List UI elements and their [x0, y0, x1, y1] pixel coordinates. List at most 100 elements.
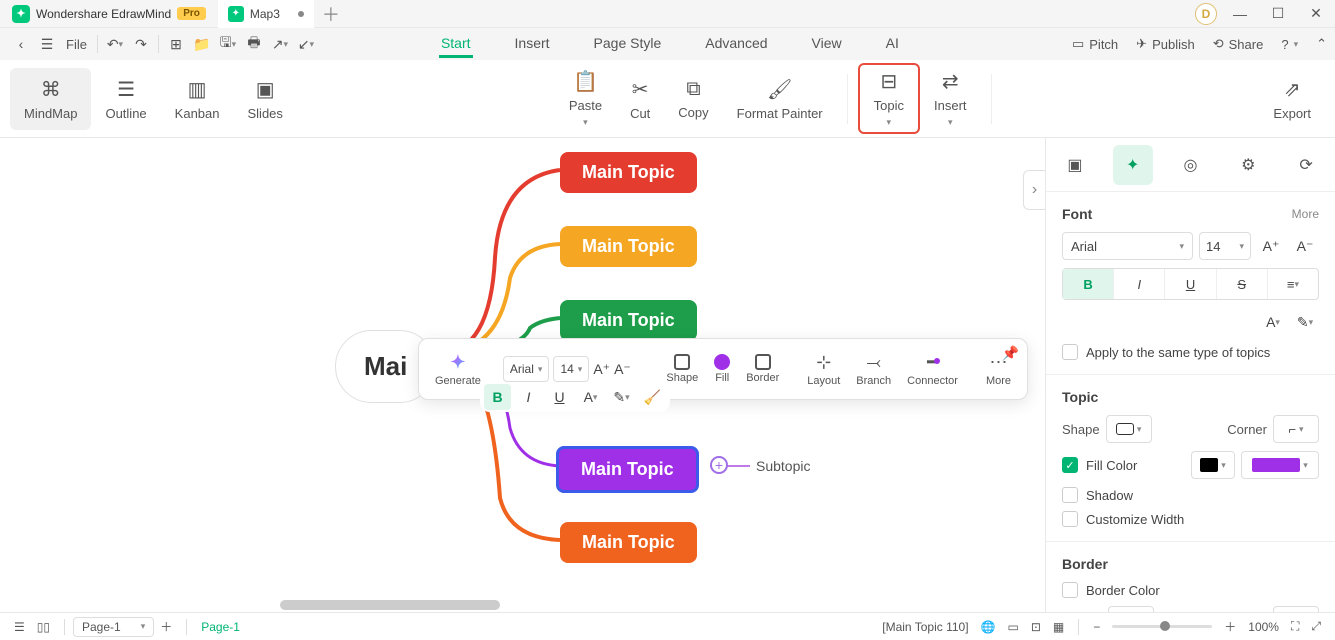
- collapse-sidepanel-button[interactable]: ›: [1023, 170, 1045, 210]
- status-icon-4[interactable]: ▦: [1047, 620, 1070, 634]
- import-icon[interactable]: ↙▾: [293, 31, 319, 57]
- zoom-in-button[interactable]: ＋: [1218, 618, 1242, 635]
- font-size-select[interactable]: 14▾: [553, 356, 589, 382]
- corner-picker[interactable]: ⌐▾: [1273, 415, 1319, 443]
- print-icon[interactable]: 🖶: [241, 31, 267, 57]
- branch-button[interactable]: ⤙Branch: [850, 352, 897, 387]
- sp-tab-history[interactable]: ⟳: [1286, 145, 1326, 185]
- page-selector[interactable]: Page-1▾: [73, 617, 154, 637]
- font-increase-side[interactable]: A⁺: [1257, 232, 1285, 260]
- font-color-side[interactable]: A▾: [1259, 308, 1287, 336]
- tab-page-style[interactable]: Page Style: [592, 31, 664, 58]
- zoom-slider[interactable]: [1112, 625, 1212, 628]
- fill-color-checkbox[interactable]: ✓: [1062, 457, 1078, 473]
- add-page-button[interactable]: ＋: [154, 618, 178, 635]
- tab-start[interactable]: Start: [439, 31, 473, 58]
- node-yellow[interactable]: Main Topic: [560, 226, 697, 267]
- fill-preview-chip[interactable]: ▾: [1191, 451, 1235, 479]
- canvas-horizontal-scrollbar[interactable]: [280, 600, 500, 610]
- fit-button[interactable]: ⛶: [1285, 619, 1305, 634]
- add-subtopic-handle[interactable]: +: [710, 456, 728, 474]
- shape-picker[interactable]: ▾: [1106, 415, 1152, 443]
- save-icon[interactable]: 🖫▾: [215, 31, 241, 57]
- node-orange[interactable]: Main Topic: [560, 522, 697, 563]
- apply-same-checkbox[interactable]: [1062, 344, 1078, 360]
- view-kanban[interactable]: ▥Kanban: [161, 68, 234, 130]
- split-view-icon[interactable]: ▯▯: [31, 620, 56, 634]
- pin-icon[interactable]: 📌: [1002, 345, 1019, 362]
- highlight-button[interactable]: ✎▾: [608, 384, 635, 410]
- zoom-value[interactable]: 100%: [1242, 620, 1285, 634]
- font-family-select-side[interactable]: Arial▾: [1062, 232, 1193, 260]
- maximize-button[interactable]: ☐: [1263, 0, 1293, 28]
- sp-tab-tag[interactable]: ◎: [1170, 145, 1210, 185]
- font-decrease-button[interactable]: A⁻: [614, 356, 631, 382]
- export-button[interactable]: ⇗Export: [1259, 73, 1325, 125]
- pitch-button[interactable]: ▭Pitch: [1072, 36, 1118, 52]
- view-mindmap[interactable]: ⌘MindMap: [10, 68, 91, 130]
- minimize-button[interactable]: —: [1225, 0, 1255, 28]
- cut-button[interactable]: ✂Cut: [616, 73, 664, 125]
- fullscreen-button[interactable]: ⤢: [1305, 619, 1327, 634]
- underline-side[interactable]: U: [1165, 269, 1216, 299]
- sp-tab-style[interactable]: ▣: [1055, 145, 1095, 185]
- tab-ai[interactable]: AI: [884, 31, 901, 58]
- status-icon-2[interactable]: ▭: [1002, 620, 1025, 634]
- bold-button[interactable]: B: [484, 384, 511, 410]
- tab-advanced[interactable]: Advanced: [703, 31, 769, 58]
- add-tab-button[interactable]: ＋: [322, 1, 340, 27]
- font-family-select[interactable]: Arial▾: [503, 356, 550, 382]
- node-red[interactable]: Main Topic: [560, 152, 697, 193]
- tab-view[interactable]: View: [810, 31, 844, 58]
- share-button[interactable]: ⟲Share: [1213, 36, 1264, 52]
- font-more-link[interactable]: More: [1292, 207, 1319, 221]
- subtopic-node[interactable]: Subtopic: [756, 458, 810, 474]
- publish-button[interactable]: ✈Publish: [1136, 36, 1195, 52]
- document-tab[interactable]: ✦ Map3: [218, 0, 314, 28]
- apply-same-checkbox-row[interactable]: Apply to the same type of topics: [1062, 344, 1319, 360]
- generate-button[interactable]: ✦ Generate: [429, 352, 487, 387]
- font-color-button[interactable]: A▾: [577, 384, 604, 410]
- italic-button[interactable]: I: [515, 384, 542, 410]
- font-size-select-side[interactable]: 14▾: [1199, 232, 1251, 260]
- italic-side[interactable]: I: [1114, 269, 1165, 299]
- help-button[interactable]: ?▾: [1281, 37, 1298, 52]
- paste-button[interactable]: 📋Paste▾: [555, 65, 616, 132]
- collapse-ribbon-button[interactable]: ⌃: [1316, 36, 1327, 52]
- sp-tab-format[interactable]: ✦: [1113, 145, 1153, 185]
- copy-button[interactable]: ⧉Copy: [664, 74, 722, 124]
- shadow-checkbox[interactable]: [1062, 487, 1078, 503]
- user-avatar[interactable]: D: [1195, 3, 1217, 25]
- custom-width-checkbox[interactable]: [1062, 511, 1078, 527]
- insert-button[interactable]: ⇄Insert▾: [920, 65, 981, 132]
- topic-button[interactable]: ⊟Topic▾: [858, 63, 920, 134]
- node-green[interactable]: Main Topic: [560, 300, 697, 341]
- highlight-side[interactable]: ✎▾: [1291, 308, 1319, 336]
- align-side[interactable]: ≡▾: [1268, 269, 1318, 299]
- status-icon-3[interactable]: ⊡: [1025, 620, 1047, 634]
- back-button[interactable]: ‹: [8, 31, 34, 57]
- new-icon[interactable]: ⊞: [163, 31, 189, 57]
- format-painter-button[interactable]: 🖌Format Painter: [723, 73, 837, 125]
- view-slides[interactable]: ▣Slides: [234, 68, 297, 130]
- bold-side[interactable]: B: [1063, 269, 1114, 299]
- tab-insert[interactable]: Insert: [513, 31, 552, 58]
- redo-button[interactable]: ↷: [128, 31, 154, 57]
- shape-button[interactable]: Shape: [660, 354, 704, 384]
- font-decrease-side[interactable]: A⁻: [1291, 232, 1319, 260]
- page-tab-active[interactable]: Page-1: [195, 620, 246, 634]
- font-increase-button[interactable]: A⁺: [593, 356, 610, 382]
- sp-tab-icon[interactable]: ⚙: [1228, 145, 1268, 185]
- view-outline[interactable]: ☰Outline: [91, 68, 160, 130]
- export-icon[interactable]: ↗▾: [267, 31, 293, 57]
- node-purple-selected[interactable]: Main Topic: [556, 446, 699, 493]
- menu-button[interactable]: ☰: [34, 31, 60, 57]
- border-color-checkbox[interactable]: [1062, 582, 1078, 598]
- open-icon[interactable]: 📁: [189, 31, 215, 57]
- fill-color-chip[interactable]: ▾: [1241, 451, 1319, 479]
- file-menu[interactable]: File: [60, 31, 93, 57]
- underline-button[interactable]: U: [546, 384, 573, 410]
- clear-format-button[interactable]: 🧹: [639, 384, 666, 410]
- status-icon-1[interactable]: 🌐: [975, 620, 1002, 634]
- border-button[interactable]: Border: [740, 354, 785, 384]
